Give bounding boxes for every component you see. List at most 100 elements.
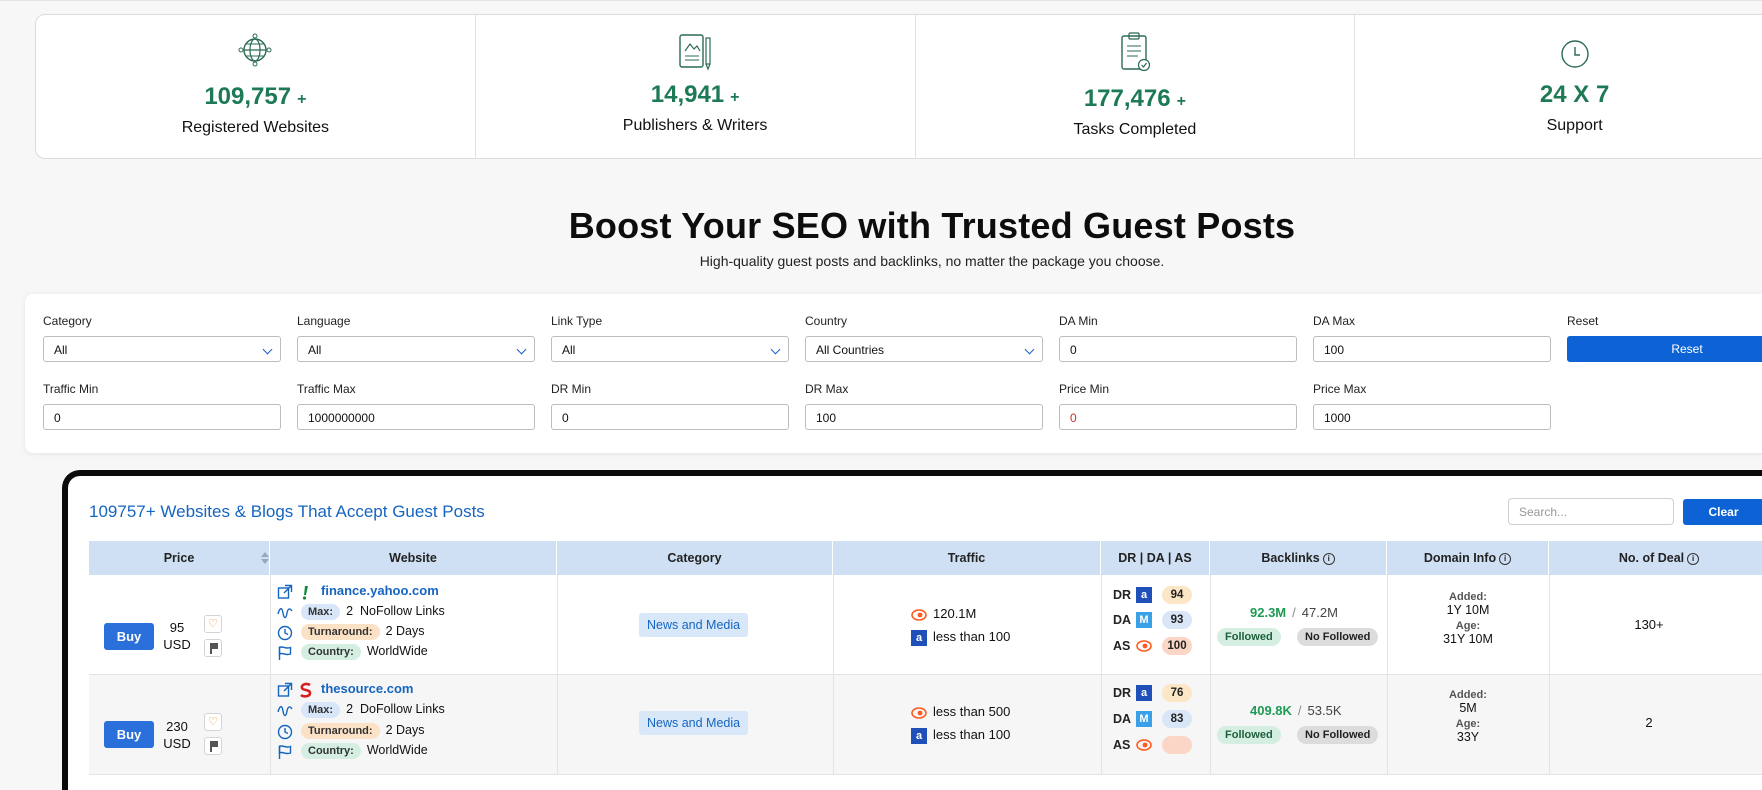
clipboard-check-icon xyxy=(1121,32,1150,72)
dr-min-input[interactable]: 0 xyxy=(551,404,789,430)
table-row: Buy 95 USD ♡ finance.yahoo.com Max: 2 NoFo… xyxy=(89,575,1762,675)
dr-label: DR xyxy=(1113,686,1132,700)
ahrefs-icon: a xyxy=(911,727,927,744)
filter-label: Category xyxy=(43,314,92,328)
external-link-icon[interactable] xyxy=(277,584,293,600)
chevron-down-icon xyxy=(770,344,781,355)
heart-icon[interactable]: ♡ xyxy=(204,713,222,731)
moz-icon: M xyxy=(1136,711,1152,727)
search-input[interactable]: Search... xyxy=(1508,498,1674,525)
stat-tasks-completed: 177,476 + Tasks Completed xyxy=(916,15,1356,158)
no-followed-badge: No Followed xyxy=(1297,726,1379,744)
max-links: Max: 2 DoFollow Links xyxy=(301,702,445,718)
info-icon[interactable]: i xyxy=(1687,552,1700,565)
country: Country: WorldWide xyxy=(301,644,428,660)
moz-icon: M xyxy=(1136,612,1152,628)
filter-label: Link Type xyxy=(551,314,603,328)
stat-label: Registered Websites xyxy=(181,119,330,136)
da-min-input[interactable]: 0 xyxy=(1059,336,1297,362)
dr-label: DR xyxy=(1113,588,1132,602)
heart-icon[interactable]: ♡ xyxy=(204,615,222,633)
dr-value: 76 xyxy=(1162,684,1192,702)
as-value: 100 xyxy=(1162,637,1192,655)
price-max-input[interactable]: 1000 xyxy=(1313,404,1551,430)
country-select[interactable]: All Countries xyxy=(805,336,1043,362)
stat-label: Support xyxy=(1546,117,1603,134)
stat-number: 109,757 + xyxy=(204,83,307,110)
deals-count: 130+ xyxy=(1634,617,1664,632)
column-backlinks[interactable]: Backlinks i xyxy=(1210,541,1387,575)
filter-label: DR Min xyxy=(551,382,592,396)
column-deals[interactable]: No. of Deal i xyxy=(1549,541,1762,575)
da-value: 93 xyxy=(1162,611,1192,629)
table-row: Buy 230 USD ♡ thesource.com Max: 2 DoFollo… xyxy=(89,675,1762,775)
domain-info: Added: 5M Age: 33Y xyxy=(1449,689,1487,744)
da-max-input[interactable]: 100 xyxy=(1313,336,1551,362)
clock-icon xyxy=(277,724,293,740)
price-min-input[interactable]: 0 xyxy=(1059,404,1297,430)
category-select[interactable]: All xyxy=(43,336,281,362)
flag-outline-icon xyxy=(278,745,292,759)
external-link-icon[interactable] xyxy=(277,682,293,698)
turnaround: Turnaround: 2 Days xyxy=(301,624,424,640)
stat-publishers-writers: 14,941 + Publishers & Writers xyxy=(476,15,916,158)
stat-registered-websites: 109,757 + Registered Websites xyxy=(36,15,476,158)
filter-label: Reset xyxy=(1567,314,1599,328)
category-badge[interactable]: News and Media xyxy=(639,711,749,735)
stat-number: 24 X 7 xyxy=(1539,81,1610,108)
deals-count: 2 xyxy=(1645,715,1653,730)
traffic-ahrefs: a less than 100 xyxy=(911,727,1010,744)
buy-button[interactable]: Buy xyxy=(104,721,154,748)
filter-label: Country xyxy=(805,314,848,328)
table-header: Price Website Category Traffic DR | DA |… xyxy=(89,541,1762,575)
flag-outline-icon xyxy=(278,646,292,660)
traffic-semrush: 120.1M xyxy=(911,606,976,623)
top-divider xyxy=(0,0,1762,1)
domain-info: Added: 1Y 10M Age: 31Y 10M xyxy=(1443,591,1493,646)
filter-label: DR Max xyxy=(805,382,849,396)
website-link[interactable]: finance.yahoo.com xyxy=(321,583,439,598)
column-website[interactable]: Website xyxy=(270,541,557,575)
filter-label: Price Max xyxy=(1313,382,1367,396)
da-label: DA xyxy=(1113,613,1132,627)
da-label: DA xyxy=(1113,712,1132,726)
column-domain-info[interactable]: Domain Info i xyxy=(1387,541,1549,575)
website-link[interactable]: thesource.com xyxy=(321,681,413,696)
flag-icon[interactable] xyxy=(204,737,222,755)
column-traffic[interactable]: Traffic xyxy=(833,541,1101,575)
semrush-icon xyxy=(1136,640,1152,652)
traffic-max-input[interactable]: 1000000000 xyxy=(297,404,535,430)
column-metrics[interactable]: DR | DA | AS xyxy=(1101,541,1210,575)
clear-button[interactable]: Clear xyxy=(1683,499,1762,525)
language-select[interactable]: All xyxy=(297,336,535,362)
link-type-select[interactable]: All xyxy=(551,336,789,362)
filter-label: Language xyxy=(297,314,351,328)
info-icon[interactable]: i xyxy=(1322,552,1335,565)
country: Country: WorldWide xyxy=(301,743,428,759)
reset-button[interactable]: Reset xyxy=(1567,336,1762,362)
category-badge[interactable]: News and Media xyxy=(639,613,749,637)
flag-icon[interactable] xyxy=(204,639,222,657)
filter-panel: Category All Language All Link Type All … xyxy=(25,294,1762,453)
column-category[interactable]: Category xyxy=(557,541,833,575)
filter-label: Traffic Min xyxy=(43,382,99,396)
filter-label: DA Min xyxy=(1059,314,1098,328)
dr-value: 94 xyxy=(1162,586,1192,604)
dr-max-input[interactable]: 100 xyxy=(805,404,1043,430)
traffic-ahrefs: a less than 100 xyxy=(911,629,1010,646)
price-value: 230 USD xyxy=(163,719,191,751)
stat-label: Tasks Completed xyxy=(1073,121,1197,138)
activity-icon xyxy=(277,607,293,619)
buy-button[interactable]: Buy xyxy=(104,623,154,650)
followed-badge: Followed xyxy=(1217,726,1281,744)
info-icon[interactable]: i xyxy=(1499,552,1512,565)
backlinks-counts: 92.3M/47.2M xyxy=(1250,605,1338,620)
yahoo-favicon-icon xyxy=(302,586,308,600)
ahrefs-icon: a xyxy=(1136,587,1152,603)
ahrefs-icon: a xyxy=(1136,685,1152,701)
as-value xyxy=(1162,736,1192,754)
traffic-min-input[interactable]: 0 xyxy=(43,404,281,430)
max-links: Max: 2 NoFollow Links xyxy=(301,604,445,620)
activity-icon xyxy=(277,705,293,717)
column-price[interactable]: Price xyxy=(89,541,270,575)
